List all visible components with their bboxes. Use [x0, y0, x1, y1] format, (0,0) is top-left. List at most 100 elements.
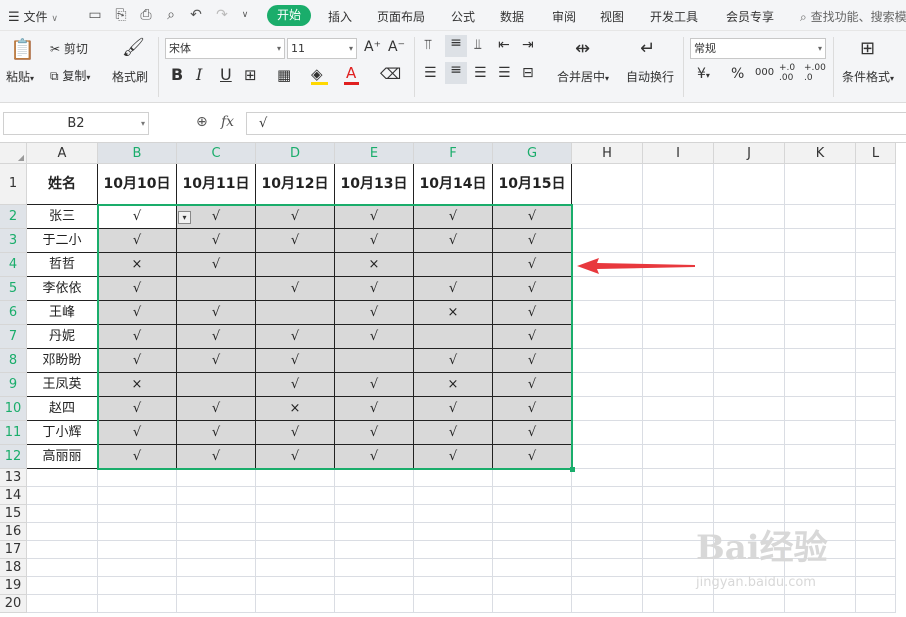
- cell-E15[interactable]: [335, 505, 414, 523]
- column-header-H[interactable]: H: [572, 143, 643, 164]
- cell-I3[interactable]: [643, 229, 714, 253]
- cut-button[interactable]: ✂ 剪切: [50, 40, 88, 57]
- save-icon[interactable]: ▭: [86, 6, 104, 24]
- cell-H12[interactable]: [572, 445, 643, 469]
- font-size-select[interactable]: 11 ▾: [287, 38, 357, 59]
- cell-L1[interactable]: [856, 164, 896, 205]
- cell-D6[interactable]: [256, 301, 335, 325]
- cell-L6[interactable]: [856, 301, 896, 325]
- cell-G16[interactable]: [493, 523, 572, 541]
- cell-K20[interactable]: [785, 595, 856, 613]
- cell-C13[interactable]: [177, 469, 256, 487]
- cell-D14[interactable]: [256, 487, 335, 505]
- format-painter-button[interactable]: 格式刷: [112, 68, 148, 85]
- cell-C6[interactable]: √: [177, 301, 256, 325]
- row-header-18[interactable]: 18: [0, 559, 27, 577]
- cell-L13[interactable]: [856, 469, 896, 487]
- cell-L7[interactable]: [856, 325, 896, 349]
- cell-J9[interactable]: [714, 373, 785, 397]
- italic-button[interactable]: I: [196, 65, 202, 84]
- cell-E12[interactable]: √: [335, 445, 414, 469]
- cell-B18[interactable]: [98, 559, 177, 577]
- cell-L3[interactable]: [856, 229, 896, 253]
- align-middle-icon[interactable]: ≡: [445, 35, 467, 57]
- header-cell[interactable]: 姓名: [27, 164, 98, 205]
- more-chevron-icon[interactable]: ∨: [236, 6, 254, 24]
- cell-H9[interactable]: [572, 373, 643, 397]
- tab-home[interactable]: 开始: [267, 5, 311, 26]
- cell-D9[interactable]: √: [256, 373, 335, 397]
- cell-H3[interactable]: [572, 229, 643, 253]
- cell-C10[interactable]: √: [177, 397, 256, 421]
- cell-A12[interactable]: 高丽丽: [27, 445, 98, 469]
- cell-I7[interactable]: [643, 325, 714, 349]
- cell-B10[interactable]: √: [98, 397, 177, 421]
- cell-I12[interactable]: [643, 445, 714, 469]
- cell-G7[interactable]: √: [493, 325, 572, 349]
- cell-A5[interactable]: 李依依: [27, 277, 98, 301]
- cell-H15[interactable]: [572, 505, 643, 523]
- cell-L9[interactable]: [856, 373, 896, 397]
- cell-I9[interactable]: [643, 373, 714, 397]
- cell-E8[interactable]: [335, 349, 414, 373]
- cell-G9[interactable]: √: [493, 373, 572, 397]
- cell-I10[interactable]: [643, 397, 714, 421]
- cell-B5[interactable]: √: [98, 277, 177, 301]
- cell-L19[interactable]: [856, 577, 896, 595]
- cell-C17[interactable]: [177, 541, 256, 559]
- formula-input[interactable]: √: [246, 112, 906, 135]
- cell-H14[interactable]: [572, 487, 643, 505]
- merge-center-icon[interactable]: ⇹: [575, 38, 590, 59]
- cell-G17[interactable]: [493, 541, 572, 559]
- cell-L16[interactable]: [856, 523, 896, 541]
- cell-I5[interactable]: [643, 277, 714, 301]
- tab-member[interactable]: 会员专享: [726, 8, 774, 25]
- cell-J10[interactable]: [714, 397, 785, 421]
- cell-K12[interactable]: [785, 445, 856, 469]
- cell-A18[interactable]: [27, 559, 98, 577]
- print-icon[interactable]: ⎙: [137, 6, 155, 24]
- cell-D11[interactable]: √: [256, 421, 335, 445]
- cell-L18[interactable]: [856, 559, 896, 577]
- file-menu[interactable]: ☰ 文件 ∨: [8, 8, 58, 25]
- cell-E13[interactable]: [335, 469, 414, 487]
- cell-G8[interactable]: √: [493, 349, 572, 373]
- cell-J12[interactable]: [714, 445, 785, 469]
- row-header-6[interactable]: 6: [0, 301, 27, 325]
- bold-button[interactable]: B: [171, 65, 183, 84]
- row-header-8[interactable]: 8: [0, 349, 27, 373]
- column-header-E[interactable]: E: [335, 143, 414, 164]
- merge-center-button[interactable]: 合并居中▾: [557, 68, 609, 85]
- header-cell[interactable]: 10月12日: [256, 164, 335, 205]
- cell-L5[interactable]: [856, 277, 896, 301]
- cell-A2[interactable]: 张三: [27, 205, 98, 229]
- row-header-15[interactable]: 15: [0, 505, 27, 523]
- wrap-text-icon[interactable]: ↵: [640, 38, 655, 59]
- cell-H18[interactable]: [572, 559, 643, 577]
- cell-C12[interactable]: √: [177, 445, 256, 469]
- cell-G10[interactable]: √: [493, 397, 572, 421]
- cell-F11[interactable]: √: [414, 421, 493, 445]
- cell-G12[interactable]: √: [493, 445, 572, 469]
- distributed-icon[interactable]: ⊟: [522, 65, 534, 81]
- cell-C9[interactable]: [177, 373, 256, 397]
- cell-B2[interactable]: √: [98, 205, 177, 229]
- column-header-G[interactable]: G: [493, 143, 572, 164]
- cell-F8[interactable]: √: [414, 349, 493, 373]
- cell-G3[interactable]: √: [493, 229, 572, 253]
- cell-B9[interactable]: ×: [98, 373, 177, 397]
- column-header-K[interactable]: K: [785, 143, 856, 164]
- cell-H10[interactable]: [572, 397, 643, 421]
- row-header-16[interactable]: 16: [0, 523, 27, 541]
- font-name-select[interactable]: 宋体 ▾: [165, 38, 285, 59]
- format-painter-icon[interactable]: 🖌: [122, 37, 145, 58]
- cell-L4[interactable]: [856, 253, 896, 277]
- cell-F19[interactable]: [414, 577, 493, 595]
- cell-I11[interactable]: [643, 421, 714, 445]
- fill-handle[interactable]: [570, 467, 575, 472]
- cell-B6[interactable]: √: [98, 301, 177, 325]
- cell-C14[interactable]: [177, 487, 256, 505]
- cell-J5[interactable]: [714, 277, 785, 301]
- cell-J20[interactable]: [714, 595, 785, 613]
- cell-K4[interactable]: [785, 253, 856, 277]
